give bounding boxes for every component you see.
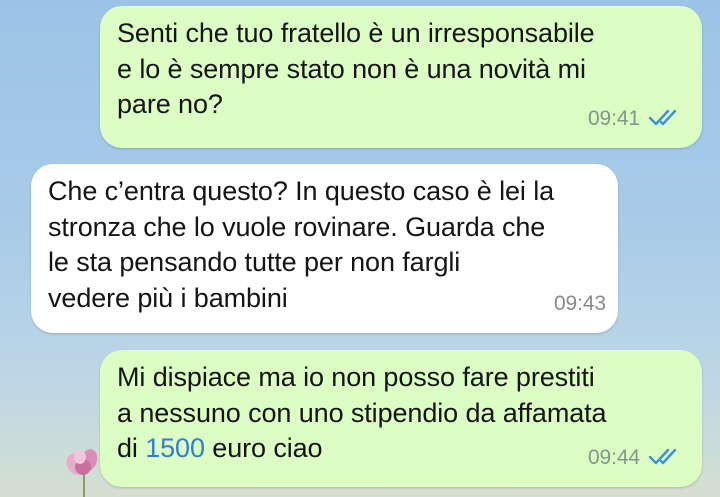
double-check-icon bbox=[648, 449, 677, 465]
message-text-part: euro ciao bbox=[204, 433, 323, 463]
message-time: 09:44 bbox=[587, 445, 640, 469]
message-bubble-outgoing[interactable]: Mi dispiace ma io non posso fare prestit… bbox=[100, 350, 702, 487]
message-time: 09:41 bbox=[587, 106, 640, 130]
message-meta: 09:43 bbox=[554, 286, 606, 322]
double-check-icon bbox=[648, 110, 677, 126]
message-bubble-outgoing[interactable]: Senti che tuo fratello è un irresponsabi… bbox=[100, 6, 702, 148]
message-text: Che c’entra questo? In questo caso è lei… bbox=[48, 176, 555, 313]
number-link[interactable]: 1500 bbox=[145, 433, 205, 463]
message-meta: 09:44 bbox=[588, 440, 682, 476]
message-bubble-incoming[interactable]: Che c’entra questo? In questo caso è lei… bbox=[31, 164, 618, 333]
message-time: 09:43 bbox=[553, 291, 606, 315]
message-meta: 09:41 bbox=[588, 101, 682, 137]
